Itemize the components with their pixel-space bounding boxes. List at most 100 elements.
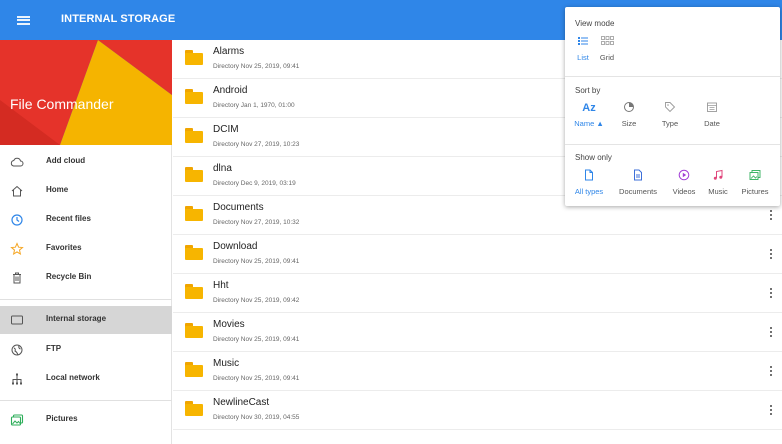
filter-videos-label: Videos	[672, 187, 696, 196]
list-item[interactable]: NewlineCast Directory Nov 30, 2019, 04:5…	[173, 391, 782, 430]
sort-size-option[interactable]: Size	[615, 101, 643, 128]
tag-icon	[656, 101, 684, 115]
list-item[interactable]: Movies Directory Nov 25, 2019, 09:41	[173, 313, 782, 352]
hamburger-icon	[16, 15, 30, 25]
globe-icon	[10, 343, 24, 357]
list-item[interactable]: Music Directory Nov 25, 2019, 09:41	[173, 352, 782, 391]
sidebar-item-local-network[interactable]: Local network	[0, 365, 172, 393]
sidebar-item-internal-storage[interactable]: Internal storage	[0, 306, 172, 334]
filter-documents-option[interactable]: Documents	[616, 169, 660, 196]
more-options-icon[interactable]	[766, 325, 776, 339]
file-name: NewlineCast	[213, 397, 270, 408]
video-icon	[669, 169, 699, 183]
view-options-popup: View mode List Grid Sort by Az Name ▲ Si…	[565, 7, 780, 206]
sidebar-item-label: Internal storage	[46, 314, 107, 323]
folder-icon	[185, 89, 203, 104]
folder-icon	[185, 245, 203, 260]
view-list-option[interactable]: List	[573, 35, 593, 62]
sidebar-divider	[0, 400, 172, 401]
grid-icon	[596, 35, 618, 49]
view-list-label: List	[577, 53, 589, 62]
sidebar-item-label: Pictures	[46, 414, 78, 423]
sort-by-title: Sort by	[575, 86, 601, 95]
sort-date-option[interactable]: Date	[698, 101, 726, 128]
sidebar-item-label: FTP	[46, 344, 62, 353]
file-name: DCIM	[213, 124, 239, 135]
file-meta: Directory Nov 25, 2019, 09:42	[213, 297, 300, 304]
view-mode-title: View mode	[575, 19, 615, 28]
trash-icon	[10, 271, 24, 285]
file-meta: Directory Nov 25, 2019, 09:41	[213, 258, 300, 265]
sidebar-item-home[interactable]: Home	[0, 177, 172, 205]
more-options-icon[interactable]	[766, 247, 776, 261]
sort-type-label: Type	[661, 119, 679, 128]
filter-pictures-label: Pictures	[741, 187, 769, 196]
sort-size-label: Size	[621, 119, 637, 128]
view-grid-option[interactable]: Grid	[596, 35, 618, 62]
file-meta: Directory Nov 25, 2019, 09:41	[213, 63, 300, 70]
file-meta: Directory Nov 25, 2019, 09:41	[213, 336, 300, 343]
picture-icon	[737, 169, 773, 183]
file-name: Android	[213, 85, 248, 96]
sidebar-item-label: Local network	[46, 373, 100, 382]
folder-icon	[185, 284, 203, 299]
sidebar-divider	[0, 299, 172, 300]
sidebar-item-ftp[interactable]: FTP	[0, 336, 172, 364]
more-options-icon[interactable]	[766, 208, 776, 222]
sidebar-item-label: Recent files	[46, 214, 91, 223]
sidebar-item-label: Home	[46, 185, 69, 194]
list-item[interactable]: Hht Directory Nov 25, 2019, 09:42	[173, 274, 782, 313]
sidebar-item-recent-files[interactable]: Recent files	[0, 206, 172, 234]
network-icon	[10, 372, 24, 386]
popup-divider	[565, 76, 780, 77]
more-options-icon[interactable]	[766, 286, 776, 300]
more-options-icon[interactable]	[766, 364, 776, 378]
folder-icon	[185, 128, 203, 143]
sidebar-item-label: Add cloud	[46, 156, 86, 165]
pictures-icon	[10, 413, 24, 427]
file-meta: Directory Dec 9, 2019, 03:19	[213, 180, 296, 187]
filter-music-option[interactable]: Music	[705, 169, 731, 196]
view-grid-label: Grid	[599, 53, 615, 62]
filter-all-types-option[interactable]: All types	[571, 169, 607, 196]
sort-az-icon: Az	[582, 102, 596, 114]
sort-name-option[interactable]: Az Name ▲	[571, 101, 607, 128]
calendar-icon	[698, 101, 726, 115]
home-icon	[10, 184, 24, 198]
file-icon	[571, 169, 607, 183]
show-only-title: Show only	[575, 153, 612, 162]
sort-type-option[interactable]: Type	[656, 101, 684, 128]
folder-icon	[185, 362, 203, 377]
file-name: Download	[213, 241, 258, 252]
sidebar-item-label: Favorites	[46, 243, 82, 252]
folder-icon	[185, 167, 203, 182]
filter-pictures-option[interactable]: Pictures	[737, 169, 773, 196]
more-options-icon[interactable]	[766, 403, 776, 417]
file-name: Hht	[213, 280, 229, 291]
sidebar-item-favorites[interactable]: Favorites	[0, 235, 172, 263]
file-name: Music	[213, 358, 240, 369]
navigation-drawer: File Commander Add cloud Home Recent fil…	[0, 40, 172, 444]
popup-divider	[565, 144, 780, 145]
document-icon	[616, 169, 660, 183]
app-window: INTERNAL STORAGE File Commander Add clou…	[0, 0, 782, 444]
file-name: Documents	[213, 202, 264, 213]
filter-documents-label: Documents	[619, 187, 657, 196]
sidebar-item-add-cloud[interactable]: Add cloud	[0, 148, 172, 176]
filter-videos-option[interactable]: Videos	[669, 169, 699, 196]
file-meta: Directory Nov 30, 2019, 04:55	[213, 414, 300, 421]
star-icon	[10, 242, 24, 256]
sidebar-item-recycle-bin[interactable]: Recycle Bin	[0, 264, 172, 292]
list-icon	[573, 35, 593, 49]
file-meta: Directory Jan 1, 1970, 01:00	[213, 102, 295, 109]
sort-name-label: Name ▲	[574, 119, 604, 128]
file-name: dlna	[213, 163, 232, 174]
menu-button[interactable]	[8, 5, 38, 35]
filter-music-label: Music	[708, 187, 728, 196]
sidebar-item-label: Recycle Bin	[46, 272, 92, 281]
list-item[interactable]: Download Directory Nov 25, 2019, 09:41	[173, 235, 782, 274]
music-icon	[705, 169, 731, 183]
sidebar-item-pictures[interactable]: Pictures	[0, 406, 172, 434]
file-meta: Directory Nov 25, 2019, 09:41	[213, 375, 300, 382]
folder-icon	[185, 323, 203, 338]
